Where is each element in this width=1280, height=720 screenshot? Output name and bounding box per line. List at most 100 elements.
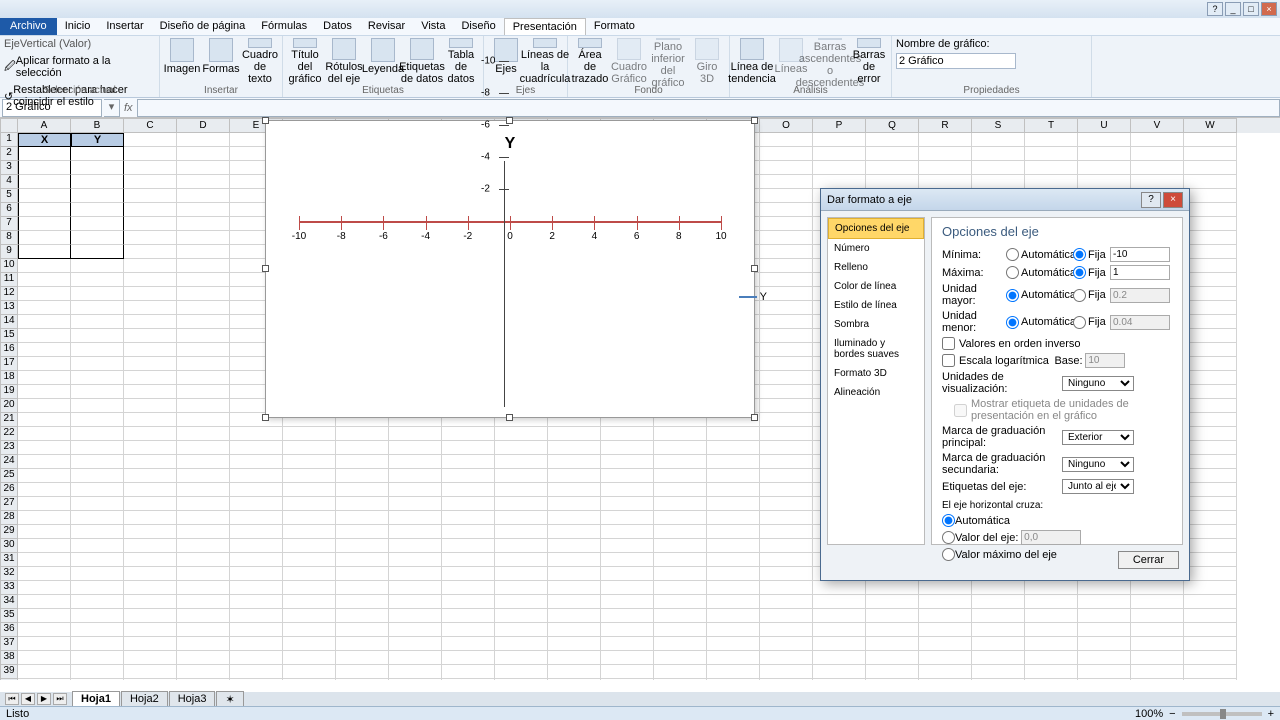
cell[interactable]	[919, 637, 972, 651]
cell[interactable]	[1025, 651, 1078, 665]
cell[interactable]	[230, 567, 283, 581]
formula-input[interactable]	[137, 99, 1280, 117]
dialog-titlebar[interactable]: Dar formato a eje ? ×	[821, 189, 1189, 211]
format-selection[interactable]: Aplicar formato a la selección	[16, 55, 155, 79]
cell[interactable]	[71, 539, 124, 553]
log-checkbox[interactable]	[942, 354, 955, 367]
cell[interactable]	[18, 357, 71, 371]
cell[interactable]	[283, 511, 336, 525]
cell[interactable]	[654, 637, 707, 651]
cell[interactable]	[972, 147, 1025, 161]
cell[interactable]	[1184, 525, 1237, 539]
cell[interactable]	[71, 609, 124, 623]
cell[interactable]	[177, 525, 230, 539]
cell[interactable]	[1025, 161, 1078, 175]
cell[interactable]	[124, 511, 177, 525]
cell[interactable]	[707, 455, 760, 469]
cell[interactable]	[707, 679, 760, 680]
cell[interactable]	[177, 133, 230, 147]
cell[interactable]	[760, 315, 813, 329]
cat-align[interactable]: Alineación	[828, 383, 924, 402]
cell[interactable]	[124, 385, 177, 399]
cell[interactable]	[495, 567, 548, 581]
cell[interactable]	[548, 483, 601, 497]
cell[interactable]	[813, 133, 866, 147]
gridlines[interactable]: Líneas de la cuadrícula	[527, 38, 563, 85]
cell[interactable]	[866, 623, 919, 637]
cell[interactable]	[1131, 637, 1184, 651]
cell[interactable]	[760, 231, 813, 245]
select-all-corner[interactable]	[0, 118, 18, 133]
cross-max-radio[interactable]	[942, 548, 955, 561]
cell[interactable]	[389, 553, 442, 567]
cell[interactable]	[972, 651, 1025, 665]
cell[interactable]	[71, 679, 124, 680]
tab-last[interactable]: ⏭	[53, 693, 67, 705]
tab-view[interactable]: Vista	[413, 18, 453, 35]
cell[interactable]	[813, 651, 866, 665]
cell[interactable]	[389, 623, 442, 637]
cell[interactable]	[654, 539, 707, 553]
cell[interactable]	[495, 595, 548, 609]
cell[interactable]	[18, 497, 71, 511]
cell[interactable]	[124, 483, 177, 497]
cell[interactable]	[813, 147, 866, 161]
cell[interactable]	[442, 553, 495, 567]
selection-dropdown[interactable]: EjeVertical (Valor)	[4, 38, 155, 50]
cell[interactable]	[71, 385, 124, 399]
cell[interactable]	[760, 287, 813, 301]
cell[interactable]	[1184, 385, 1237, 399]
cell[interactable]	[1131, 595, 1184, 609]
cell[interactable]	[1131, 665, 1184, 679]
cell[interactable]	[707, 595, 760, 609]
tick-major-select[interactable]: Exterior	[1062, 430, 1134, 445]
cell[interactable]	[972, 637, 1025, 651]
cell[interactable]	[18, 385, 71, 399]
cell[interactable]	[495, 455, 548, 469]
chart-title[interactable]: Título del gráfico	[287, 38, 323, 85]
cell[interactable]	[230, 609, 283, 623]
cell[interactable]	[495, 651, 548, 665]
cell[interactable]	[336, 525, 389, 539]
cell[interactable]	[548, 427, 601, 441]
cell[interactable]	[760, 245, 813, 259]
cell[interactable]	[283, 525, 336, 539]
cell[interactable]	[548, 539, 601, 553]
cell[interactable]	[71, 371, 124, 385]
cell[interactable]	[442, 455, 495, 469]
cell[interactable]	[18, 525, 71, 539]
cell[interactable]	[1131, 161, 1184, 175]
cell[interactable]	[760, 483, 813, 497]
cell[interactable]	[124, 651, 177, 665]
cell[interactable]	[654, 567, 707, 581]
row-header[interactable]: 22	[0, 427, 18, 441]
cell[interactable]	[1078, 581, 1131, 595]
row-header[interactable]: 13	[0, 301, 18, 315]
cell[interactable]	[1078, 595, 1131, 609]
row-header[interactable]: 4	[0, 175, 18, 189]
display-units-select[interactable]: Ninguno	[1062, 376, 1134, 391]
cell[interactable]	[442, 539, 495, 553]
cell[interactable]	[283, 595, 336, 609]
cell[interactable]	[71, 455, 124, 469]
cell[interactable]	[71, 441, 124, 455]
cell[interactable]	[1078, 609, 1131, 623]
cell[interactable]	[230, 679, 283, 680]
cell[interactable]	[760, 511, 813, 525]
chart-title-text[interactable]: Y	[274, 135, 746, 153]
cell[interactable]	[1025, 637, 1078, 651]
cell[interactable]	[442, 441, 495, 455]
cell[interactable]	[336, 497, 389, 511]
tab-home[interactable]: Inicio	[57, 18, 99, 35]
cell[interactable]	[177, 287, 230, 301]
cell[interactable]	[1025, 679, 1078, 680]
cell[interactable]	[389, 651, 442, 665]
help-button[interactable]: ?	[1207, 2, 1223, 16]
cell[interactable]	[919, 595, 972, 609]
cell[interactable]	[177, 553, 230, 567]
cell[interactable]	[18, 427, 71, 441]
cell[interactable]	[283, 567, 336, 581]
cell[interactable]	[336, 623, 389, 637]
cell[interactable]	[548, 567, 601, 581]
cell[interactable]	[124, 525, 177, 539]
